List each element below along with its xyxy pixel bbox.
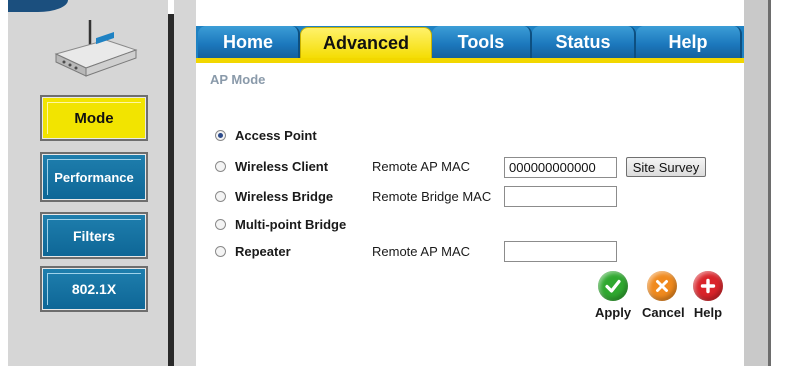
apply-label: Apply — [594, 305, 632, 320]
radio-access-point[interactable] — [215, 130, 226, 141]
radio-wireless-client[interactable] — [215, 161, 226, 172]
radio-multipoint-bridge[interactable] — [215, 219, 226, 230]
option-label-multipoint-bridge: Multi-point Bridge — [235, 217, 347, 232]
tab-help[interactable]: Help — [636, 26, 742, 59]
page-title: AP Mode — [210, 72, 266, 87]
remote-ap-mac-label: Remote AP MAC — [372, 159, 471, 174]
tab-label: Advanced — [322, 33, 410, 53]
help-button[interactable]: Help — [688, 271, 728, 320]
right-divider — [768, 0, 771, 366]
tab-label: Home — [222, 32, 273, 52]
repeater-remote-ap-mac-input[interactable] — [504, 241, 617, 262]
radio-wireless-bridge[interactable] — [215, 191, 226, 202]
sidebar-item-filters[interactable]: Filters — [40, 212, 148, 259]
sidebar-item-8021x[interactable]: 802.1X — [40, 266, 148, 312]
cancel-label: Cancel — [642, 305, 685, 320]
option-label-access-point: Access Point — [235, 128, 317, 143]
checkmark-icon — [598, 271, 628, 301]
gutter — [174, 0, 196, 366]
tab-label: Status — [555, 32, 611, 52]
cancel-button[interactable]: Cancel — [642, 271, 685, 320]
repeater-remote-ap-mac-label: Remote AP MAC — [372, 244, 471, 259]
option-label-wireless-bridge: Wireless Bridge — [235, 189, 334, 204]
sidebar-item-label: Performance — [54, 169, 134, 185]
remote-ap-mac-input[interactable] — [504, 157, 617, 178]
option-label-repeater: Repeater — [235, 244, 291, 259]
tab-label: Help — [668, 32, 708, 52]
x-icon — [647, 271, 677, 301]
apply-button[interactable]: Apply — [593, 271, 633, 320]
sidebar-item-label: Filters — [72, 227, 115, 244]
sidebar-item-label: Mode — [74, 109, 114, 127]
sidebar-item-label: 802.1X — [71, 281, 117, 297]
help-label: Help — [693, 305, 723, 320]
site-survey-button[interactable]: Site Survey — [626, 157, 706, 177]
tab-advanced[interactable]: Advanced — [300, 27, 432, 60]
header-arc — [8, 0, 68, 12]
content-panel — [196, 63, 744, 366]
option-label-wireless-client: Wireless Client — [235, 159, 329, 174]
right-gutter — [744, 0, 768, 366]
sidebar-item-performance[interactable]: Performance — [40, 152, 148, 202]
tab-label: Tools — [457, 32, 505, 52]
tab-status[interactable]: Status — [532, 26, 636, 59]
sidebar-item-mode[interactable]: Mode — [40, 95, 148, 141]
tab-tools[interactable]: Tools — [432, 26, 532, 59]
radio-repeater[interactable] — [215, 246, 226, 257]
remote-bridge-mac-label: Remote Bridge MAC — [372, 189, 492, 204]
router-icon — [54, 20, 138, 77]
tab-home[interactable]: Home — [198, 26, 300, 59]
remote-bridge-mac-input[interactable] — [504, 186, 617, 207]
plus-icon — [693, 271, 723, 301]
